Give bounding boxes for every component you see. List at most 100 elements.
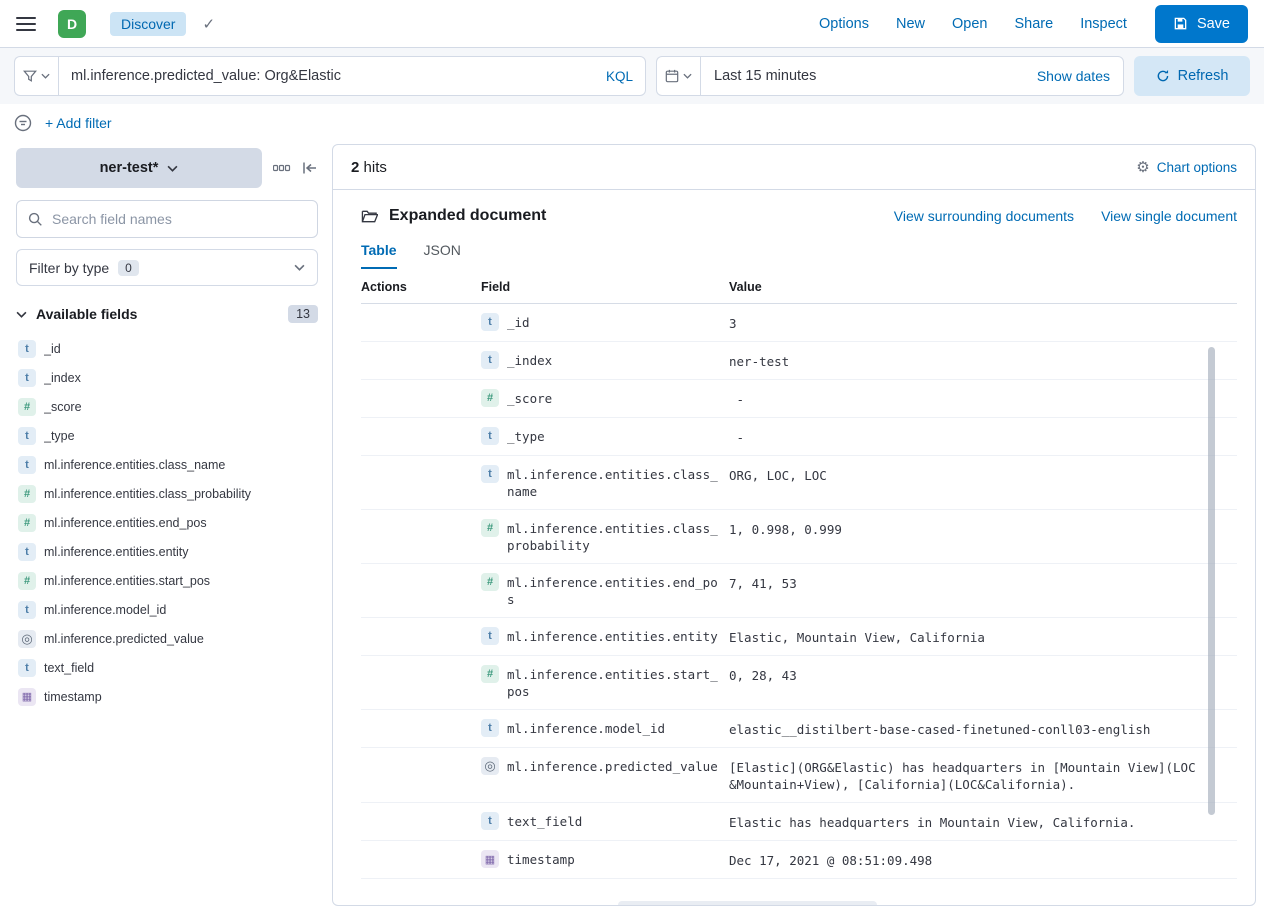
row-field-name: ml.inference.predicted_value [507, 757, 718, 775]
number-field-icon: # [481, 573, 499, 591]
field-item[interactable]: ttext_field [16, 654, 318, 681]
query-text[interactable]: ml.inference.predicted_value: Org&Elasti… [71, 68, 598, 84]
save-icon [1173, 16, 1188, 31]
string-field-icon: t [481, 812, 499, 830]
field-name: ml.inference.predicted_value [44, 632, 204, 646]
nav-link-share[interactable]: Share [1014, 16, 1053, 32]
row-field-name: ml.inference.model_id [507, 719, 665, 737]
available-fields-header[interactable]: Available fields 13 [16, 305, 318, 323]
field-filters-icon[interactable] [273, 162, 291, 174]
field-item[interactable]: t _type [16, 422, 318, 449]
row-value: elastic__distilbert-base-cased-finetuned… [729, 719, 1237, 738]
doc-table-header: Actions Field Value [361, 269, 1237, 304]
nav-link-inspect[interactable]: Inspect [1080, 16, 1127, 32]
row-actions [361, 627, 481, 646]
string-field-icon: t [18, 340, 36, 358]
number-field-icon: # [18, 514, 36, 532]
row-field-name: _id [507, 313, 530, 331]
document-tabs: Table JSON [361, 242, 1237, 269]
field-item[interactable]: ◎ml.inference.predicted_value [16, 625, 318, 652]
field-item[interactable]: tml.inference.entities.entity [16, 538, 318, 565]
nav-link-options[interactable]: Options [819, 16, 869, 32]
filter-sets-icon[interactable] [14, 114, 32, 132]
tab-table[interactable]: Table [361, 242, 397, 269]
date-field-icon: ▦ [18, 688, 36, 706]
row-value: ORG, LOC, LOC [729, 465, 1237, 500]
field-item[interactable]: #ml.inference.entities.start_pos [16, 567, 318, 594]
field-item[interactable]: #ml.inference.entities.class_probability [16, 480, 318, 507]
row-value: - [729, 389, 1237, 408]
row-value: Elastic, Mountain View, California [729, 627, 1237, 646]
field-name: ml.inference.entities.start_pos [44, 574, 210, 588]
row-field: t_id [481, 313, 729, 332]
field-name: ml.inference.entities.class_name [44, 458, 225, 472]
field-search [16, 200, 318, 238]
refresh-button[interactable]: Refresh [1134, 56, 1250, 96]
saved-query-menu-button[interactable] [14, 56, 58, 96]
row-field: ◎ml.inference.predicted_value [481, 757, 729, 793]
string-field-icon: t [18, 369, 36, 387]
hits-count: 2 hits [351, 159, 387, 176]
chart-options-button[interactable]: ⚙ Chart options [1136, 160, 1237, 175]
field-name: _type [44, 429, 75, 443]
field-item[interactable]: ▦timestamp [16, 683, 318, 710]
field-name: _score [44, 400, 82, 414]
table-row: ttext_fieldElastic has headquarters in M… [361, 803, 1237, 841]
add-filter-button[interactable]: + Add filter [45, 115, 112, 131]
number-field-icon: # [18, 398, 36, 416]
date-quick-select-button[interactable] [656, 56, 700, 96]
row-actions [361, 351, 481, 370]
field-name: _id [44, 342, 61, 356]
expanded-document-title: Expanded document [389, 207, 894, 225]
chevron-down-icon [683, 73, 692, 79]
row-field-name: _type [507, 427, 545, 445]
document-timestamp: Dec 17, 2021 @ 08:51:09.497 [398, 899, 601, 906]
date-field-icon: ▦ [481, 850, 499, 868]
view-single-document-link[interactable]: View single document [1101, 208, 1237, 224]
fields-sidebar: ner-test* Filter by type 0 Available fie… [0, 144, 332, 710]
string-field-icon: t [481, 427, 499, 445]
row-field: ttext_field [481, 812, 729, 831]
field-item[interactable]: # _score [16, 393, 318, 420]
field-item[interactable]: tml.inference.model_id [16, 596, 318, 623]
query-input[interactable]: ml.inference.predicted_value: Org&Elasti… [58, 56, 646, 96]
space-avatar[interactable]: D [58, 10, 86, 38]
field-item[interactable]: tml.inference.entities.class_name [16, 451, 318, 478]
row-value: 7, 41, 53 [729, 573, 1237, 608]
string-field-icon: t [481, 351, 499, 369]
time-range-value[interactable]: Last 15 minutes [714, 68, 1037, 84]
nav-link-open[interactable]: Open [952, 16, 987, 32]
column-actions: Actions [361, 280, 481, 294]
row-value: Elastic has headquarters in Mountain Vie… [729, 812, 1237, 831]
row-field: tml.inference.entities.class_name [481, 465, 729, 500]
field-item[interactable]: #ml.inference.entities.end_pos [16, 509, 318, 536]
type-filter-count-badge: 0 [118, 260, 139, 276]
field-search-input[interactable] [52, 211, 306, 227]
table-row: #ml.inference.entities.end_pos7, 41, 53 [361, 564, 1237, 618]
breadcrumb[interactable]: Discover [110, 12, 186, 36]
field-list: t_idt_index#_scoret_typetml.inference.en… [16, 335, 318, 710]
query-language-button[interactable]: KQL [606, 69, 633, 84]
row-field-name: _score [507, 389, 552, 407]
tab-json[interactable]: JSON [424, 242, 461, 269]
show-dates-link[interactable]: Show dates [1037, 68, 1110, 84]
collapse-sidebar-icon[interactable] [302, 161, 318, 175]
row-actions [361, 465, 481, 500]
nav-link-new[interactable]: New [896, 16, 925, 32]
number-field-icon: # [481, 519, 499, 537]
string-field-icon: t [481, 627, 499, 645]
data-view-picker[interactable]: ner-test* [16, 148, 262, 188]
row-value: 1, 0.998, 0.999 [729, 519, 1237, 554]
view-surrounding-documents-link[interactable]: View surrounding documents [894, 208, 1074, 224]
save-button[interactable]: Save [1155, 5, 1248, 43]
time-range-field[interactable]: Last 15 minutes Show dates [700, 56, 1124, 96]
row-value: 3 [729, 313, 1237, 332]
filter-by-type[interactable]: Filter by type 0 [16, 249, 318, 286]
vertical-scrollbar[interactable] [1208, 347, 1215, 815]
field-item[interactable]: t_index [16, 364, 318, 391]
field-item[interactable]: t _id [16, 335, 318, 362]
menu-icon[interactable] [16, 17, 36, 31]
expanded-document-section: Expanded document View surrounding docum… [333, 190, 1255, 906]
string-field-icon: t [18, 427, 36, 445]
row-actions [361, 519, 481, 554]
